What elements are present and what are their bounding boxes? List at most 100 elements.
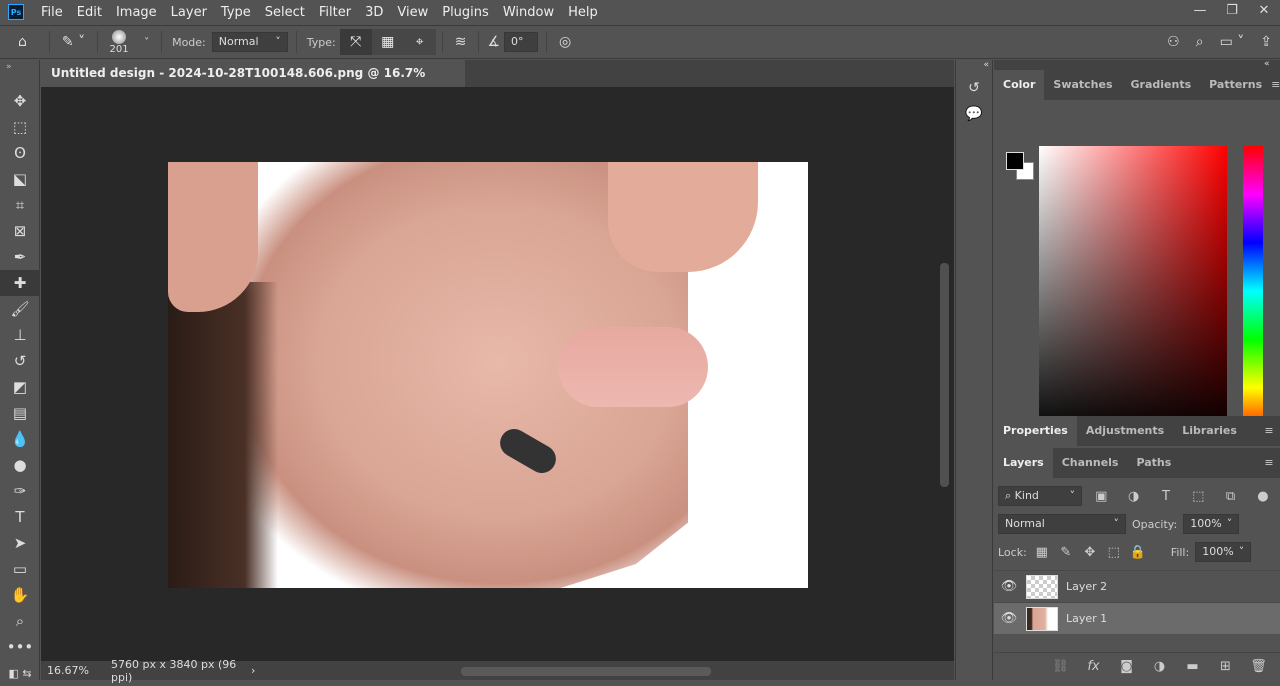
menu-3d[interactable]: 3D [358,5,390,20]
tab-swatches[interactable]: Swatches [1044,70,1121,100]
home-icon[interactable]: ⌂ [0,34,45,50]
canvas-area[interactable] [41,87,936,661]
menu-help[interactable]: Help [561,5,605,20]
tab-channels[interactable]: Channels [1053,448,1128,478]
marquee-tool[interactable]: ⬚ [0,114,40,140]
zoom-level[interactable]: 16.67% [41,664,101,677]
fill-input[interactable]: 100% ˅ [1195,542,1252,562]
tab-libraries[interactable]: Libraries [1173,416,1246,446]
crop-tool[interactable]: ⌗ [0,192,40,218]
menu-view[interactable]: View [390,5,435,20]
tab-paths[interactable]: Paths [1127,448,1180,478]
menu-type[interactable]: Type [214,5,258,20]
status-menu-icon[interactable]: › [251,664,271,677]
menu-file[interactable]: File [34,5,70,20]
sample-all-layers-icon[interactable]: ≋ [447,34,475,50]
user-search-icon[interactable]: ⚇ [1159,34,1188,50]
visibility-eye-icon[interactable]: 👁 [994,611,1024,626]
clone-stamp-tool[interactable]: ⊥ [0,322,40,348]
eyedropper-tool[interactable]: ✒ [0,244,40,270]
menu-plugins[interactable]: Plugins [435,5,496,20]
minimize-icon[interactable]: — [1184,0,1216,24]
hand-tool[interactable]: ✋ [0,582,40,608]
menu-layer[interactable]: Layer [164,5,214,20]
blend-mode-dropdown[interactable]: Normal ˅ [998,514,1126,534]
layer-row-selected[interactable]: 👁 Layer 1 [994,602,1280,634]
lock-all-icon[interactable]: 🔒 [1129,545,1147,560]
object-selection-tool[interactable]: ⬕ [0,166,40,192]
tab-patterns[interactable]: Patterns [1200,70,1271,100]
adjustment-layer-icon[interactable]: ◑ [1146,659,1173,674]
collapse-dock-icon[interactable]: « [956,60,992,70]
opacity-input[interactable]: 100% ˅ [1183,514,1240,534]
workspace-icon[interactable]: ▭ ˅ [1212,34,1253,50]
document-image[interactable] [168,162,808,588]
lock-transparent-icon[interactable]: ▦ [1033,545,1051,560]
zoom-tool[interactable]: ⌕ [0,608,40,634]
visibility-eye-icon[interactable]: 👁 [994,579,1024,594]
layer-filter-dropdown[interactable]: ⌕ Kind ˅ [998,486,1083,506]
tab-layers[interactable]: Layers [994,448,1053,478]
lock-pixels-icon[interactable]: ✎ [1057,545,1075,560]
filter-adjustment-icon[interactable]: ◑ [1120,489,1146,504]
panel-menu-icon[interactable]: ≡ [1271,70,1280,100]
angle-input[interactable]: 0° [504,32,539,52]
brush-tool[interactable]: 🖌 [0,296,40,322]
lasso-tool[interactable]: ʘ [0,140,40,166]
layer-row[interactable]: 👁 Layer 2 [994,570,1280,602]
new-group-icon[interactable]: ▬ [1179,659,1206,674]
dodge-tool[interactable]: ● [0,452,40,478]
color-field[interactable] [1039,146,1227,436]
collapse-panels-icon[interactable]: « [994,60,1280,70]
mode-dropdown[interactable]: Normal ˅ [211,32,288,52]
path-selection-tool[interactable]: ➤ [0,530,40,556]
eraser-tool[interactable]: ◩ [0,374,40,400]
spot-healing-brush-tool[interactable]: ✚ [0,270,40,296]
fx-icon[interactable]: fx [1080,659,1107,674]
link-layers-icon[interactable]: ⛓ [1047,659,1074,674]
rectangle-tool[interactable]: ▭ [0,556,40,582]
filter-type-icon[interactable]: T [1153,489,1179,504]
lock-artboard-icon[interactable]: ⬚ [1105,545,1123,560]
filter-toggle[interactable]: ● [1250,489,1276,504]
properties-menu-icon[interactable]: ≡ [1258,416,1280,446]
document-tab[interactable]: Untitled design - 2024-10-28T100148.606.… [41,60,465,107]
comments-icon[interactable]: 💬 [956,106,992,122]
history-icon[interactable]: ↺ [956,80,992,96]
more-tools-icon[interactable]: ••• [0,634,40,660]
tab-gradients[interactable]: Gradients [1122,70,1201,100]
new-layer-icon[interactable]: ⊞ [1212,659,1239,674]
create-texture-button[interactable]: ▦ [371,29,404,55]
pressure-size-icon[interactable]: ◎ [551,34,579,50]
layers-menu-icon[interactable]: ≡ [1258,448,1280,478]
search-icon[interactable]: ⌕ [1188,34,1212,50]
menu-edit[interactable]: Edit [70,5,109,20]
frame-tool[interactable]: ⊠ [0,218,40,244]
pen-tool[interactable]: ✑ [0,478,40,504]
type-tool[interactable]: T [0,504,40,530]
lock-position-icon[interactable]: ✥ [1081,545,1099,560]
tab-adjustments[interactable]: Adjustments [1077,416,1173,446]
menu-window[interactable]: Window [496,5,561,20]
horizontal-scrollbar[interactable] [271,665,954,677]
menu-image[interactable]: Image [109,5,164,20]
foreground-color-swatch[interactable] [1006,152,1024,170]
vertical-scrollbar[interactable] [936,87,954,661]
move-tool[interactable]: ✥ [0,88,40,114]
close-icon[interactable]: ✕ [1248,0,1280,24]
filter-smart-object-icon[interactable]: ⧉ [1217,489,1243,504]
brush-picker[interactable]: 201 [102,29,136,55]
restore-icon[interactable]: ❐ [1216,0,1248,24]
color-swatches-icon[interactable]: ◧ ⇆ [0,660,40,686]
tab-color[interactable]: Color [994,70,1045,100]
menu-filter[interactable]: Filter [312,5,358,20]
share-icon[interactable]: ⇪ [1252,34,1280,50]
tool-preset-picker[interactable]: ✎ ˅ [54,34,93,50]
history-brush-tool[interactable]: ↺ [0,348,40,374]
hscroll-thumb[interactable] [461,666,711,676]
delete-layer-icon[interactable]: 🗑 [1245,659,1272,674]
gradient-tool[interactable]: ▤ [0,400,40,426]
add-mask-icon[interactable]: ◙ [1113,659,1140,674]
content-aware-button[interactable]: ⤧ [339,29,372,55]
filter-pixel-icon[interactable]: ▣ [1088,489,1114,504]
